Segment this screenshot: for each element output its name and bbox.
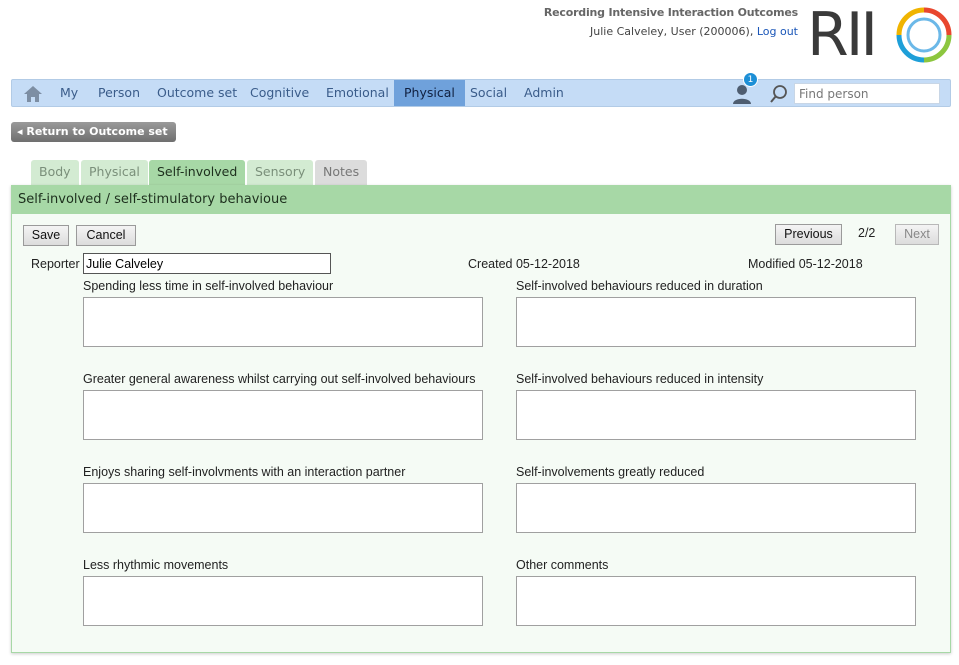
nav-social[interactable]: Social <box>460 80 517 106</box>
tab-notes[interactable]: Notes <box>315 160 368 186</box>
save-button[interactable]: Save <box>23 225 69 246</box>
field-label-greatly-reduced: Self-involvements greatly reduced <box>516 465 705 479</box>
logo-rings-icon <box>896 7 952 63</box>
form-panel: Self-involved / self-stimulatory behavio… <box>11 185 951 653</box>
general-awareness-textarea[interactable] <box>83 390 483 440</box>
page-indicator: 2/2 <box>858 226 876 240</box>
tab-physical[interactable]: Physical <box>81 160 148 186</box>
reporter-input[interactable] <box>83 253 331 274</box>
other-comments-textarea[interactable] <box>516 576 916 626</box>
created-date: Created 05-12-2018 <box>468 257 580 271</box>
nav-my[interactable]: My <box>50 80 88 106</box>
nav-physical[interactable]: Physical <box>394 80 465 106</box>
field-label-general-awareness: Greater general awareness whilst carryin… <box>83 372 476 386</box>
field-label-reduced-intensity: Self-involved behaviours reduced in inte… <box>516 372 764 386</box>
nav-person[interactable]: Person <box>88 80 150 106</box>
modified-date: Modified 05-12-2018 <box>748 257 863 271</box>
next-button[interactable]: Next <box>895 224 939 245</box>
rhythmic-movements-textarea[interactable] <box>83 576 483 626</box>
nav-outcome-set[interactable]: Outcome set <box>147 80 247 106</box>
logo-text: RII <box>807 0 878 70</box>
panel-title: Self-involved / self-stimulatory behavio… <box>12 186 950 214</box>
field-label-enjoys-sharing: Enjoys sharing self-involvments with an … <box>83 465 406 479</box>
field-label-other-comments: Other comments <box>516 558 609 572</box>
nav-emotional[interactable]: Emotional <box>316 80 399 106</box>
tab-self-involved[interactable]: Self-involved <box>149 160 246 186</box>
cancel-button[interactable]: Cancel <box>76 225 136 246</box>
home-icon[interactable] <box>22 84 44 104</box>
field-label-rhythmic-movements: Less rhythmic movements <box>83 558 229 572</box>
reduced-intensity-textarea[interactable] <box>516 390 916 440</box>
notification-badge[interactable]: 1 <box>743 72 758 87</box>
riio-logo: RII <box>807 0 952 70</box>
previous-button[interactable]: Previous <box>775 224 842 245</box>
tab-body[interactable]: Body <box>31 160 79 186</box>
user-line: Julie Calveley, User (200006), Log out <box>544 25 798 38</box>
reporter-label: Reporter <box>31 257 80 271</box>
logout-link[interactable]: Log out <box>757 25 798 38</box>
greatly-reduced-textarea[interactable] <box>516 483 916 533</box>
app-title: Recording Intensive Interaction Outcomes <box>543 6 798 19</box>
field-label-less-time: Spending less time in self-involved beha… <box>83 279 334 293</box>
main-nav: My Person Outcome set Cognitive Emotiona… <box>11 72 951 107</box>
return-to-outcome-set-button[interactable]: ◂ Return to Outcome set <box>11 122 176 142</box>
nav-cognitive[interactable]: Cognitive <box>240 80 319 106</box>
enjoys-sharing-textarea[interactable] <box>83 483 483 533</box>
less-time-textarea[interactable] <box>83 297 483 347</box>
header-info: Recording Intensive Interaction Outcomes… <box>544 6 798 38</box>
field-label-reduced-duration: Self-involved behaviours reduced in dura… <box>516 279 763 293</box>
tab-sensory[interactable]: Sensory <box>247 160 314 186</box>
nav-admin[interactable]: Admin <box>514 80 574 106</box>
user-name: Julie Calveley, User (200006), <box>590 25 754 38</box>
find-person-input[interactable] <box>794 83 940 104</box>
search-icon[interactable] <box>769 84 789 104</box>
reduced-duration-textarea[interactable] <box>516 297 916 347</box>
